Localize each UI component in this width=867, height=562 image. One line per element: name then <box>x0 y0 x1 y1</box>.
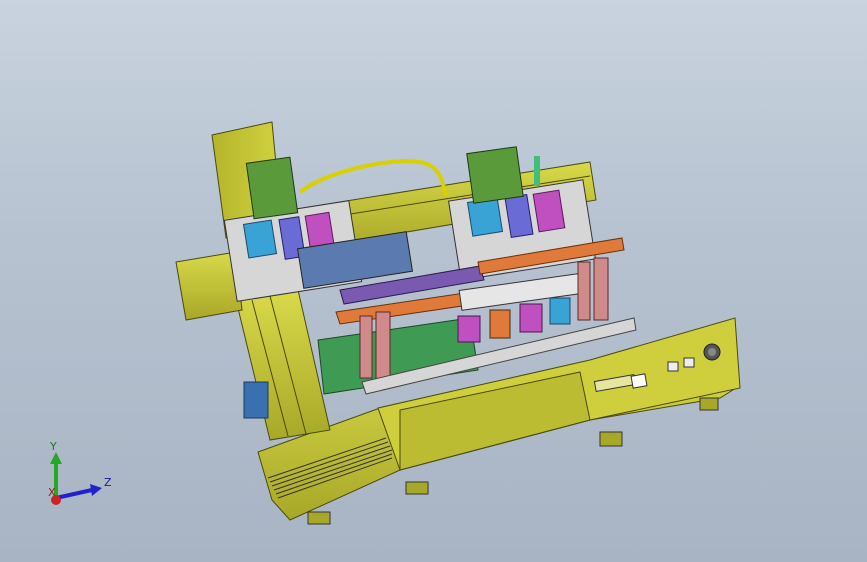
machine-assembly-model[interactable] <box>0 0 867 562</box>
y-axis-label: Y <box>49 440 57 453</box>
y-axis-arrow <box>50 452 62 464</box>
z-axis-label: Z <box>104 476 112 489</box>
z-axis-arrow <box>90 484 102 496</box>
x-axis-label: X <box>48 486 56 499</box>
view-orientation-triad: Y Z X <box>48 440 112 505</box>
cad-viewport[interactable]: Y Z X <box>0 0 867 562</box>
z-axis-line <box>55 488 93 500</box>
